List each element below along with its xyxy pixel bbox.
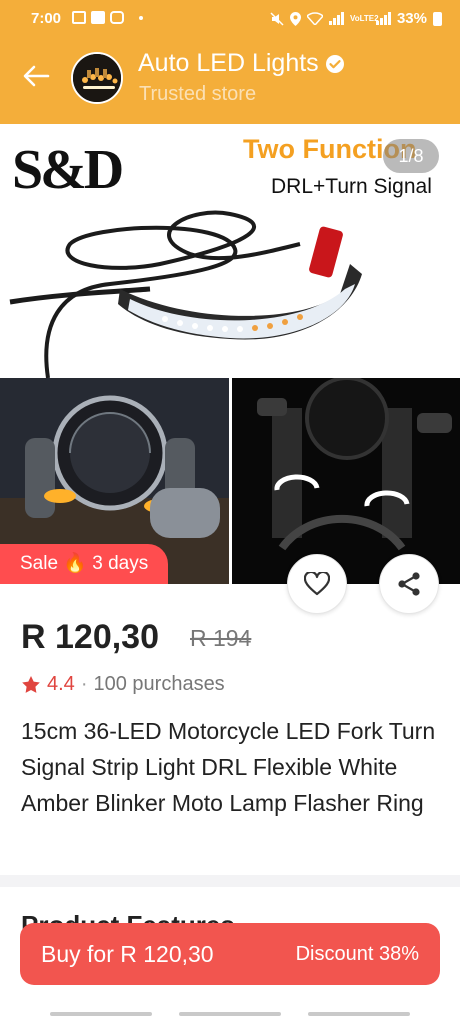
- product-image-main[interactable]: S&D Two Function DRL+Turn Signal 1/8: [0, 124, 460, 378]
- fire-icon: 🔥: [63, 553, 87, 574]
- location-icon: [289, 11, 301, 26]
- nav-recents[interactable]: [50, 1012, 152, 1016]
- buy-button[interactable]: Buy for R 120,30 Discount 38%: [20, 923, 440, 985]
- nav-back[interactable]: [308, 1012, 410, 1016]
- mute-icon: [270, 11, 284, 26]
- product-photo-fork-lights[interactable]: [231, 378, 460, 584]
- discount-label: Discount 38%: [295, 942, 419, 965]
- image-counter: 1/8: [383, 139, 439, 173]
- status-time: 7:00: [31, 10, 62, 27]
- signal-icon: [328, 12, 344, 25]
- rating-separator: ·: [80, 673, 88, 695]
- instagram-icon: [110, 11, 124, 24]
- buy-label: Buy for R 120,30: [41, 940, 214, 967]
- product-title: 15cm 36-LED Motorcycle LED Fork Turn Sig…: [21, 718, 436, 816]
- original-price: R 194: [190, 625, 252, 651]
- notification-dot-icon: [139, 15, 143, 20]
- sale-badge: Sale 🔥 3 days: [0, 544, 168, 584]
- signal2-icon: [375, 12, 391, 25]
- back-arrow-icon[interactable]: [22, 62, 50, 90]
- share-icon: [398, 572, 420, 596]
- section-divider: [0, 875, 460, 887]
- system-nav-bar: [0, 1000, 460, 1024]
- store-subtitle: Trusted store: [139, 83, 257, 105]
- youtube-icon: [91, 11, 105, 24]
- battery-percent: 33%: [396, 10, 427, 27]
- gallery-icon: [72, 11, 86, 24]
- verified-badge-icon: [325, 55, 344, 74]
- wifi-icon: [306, 12, 323, 25]
- battery-icon: [433, 11, 442, 26]
- rating-row[interactable]: 4.4 · 100 purchases: [21, 673, 225, 696]
- purchases-count: 100 purchases: [93, 673, 225, 695]
- status-bar: 7:00 VoLTE2 33%: [0, 0, 460, 38]
- store-name[interactable]: Auto LED Lights: [138, 49, 345, 78]
- store-header: Auto LED Lights Trusted store: [0, 38, 460, 124]
- network-label: VoLTE2: [349, 13, 379, 23]
- rating-value: 4.4: [47, 673, 75, 695]
- top-bar: 7:00 VoLTE2 33% Auto LED Lights Trusted …: [0, 0, 460, 124]
- store-logo-avatar[interactable]: [71, 52, 123, 104]
- heart-icon: [304, 572, 330, 596]
- current-price: R 120,30: [21, 618, 159, 656]
- favorite-button[interactable]: [287, 554, 347, 614]
- star-icon: [22, 675, 40, 693]
- share-button[interactable]: [379, 554, 439, 614]
- nav-home[interactable]: [179, 1012, 281, 1016]
